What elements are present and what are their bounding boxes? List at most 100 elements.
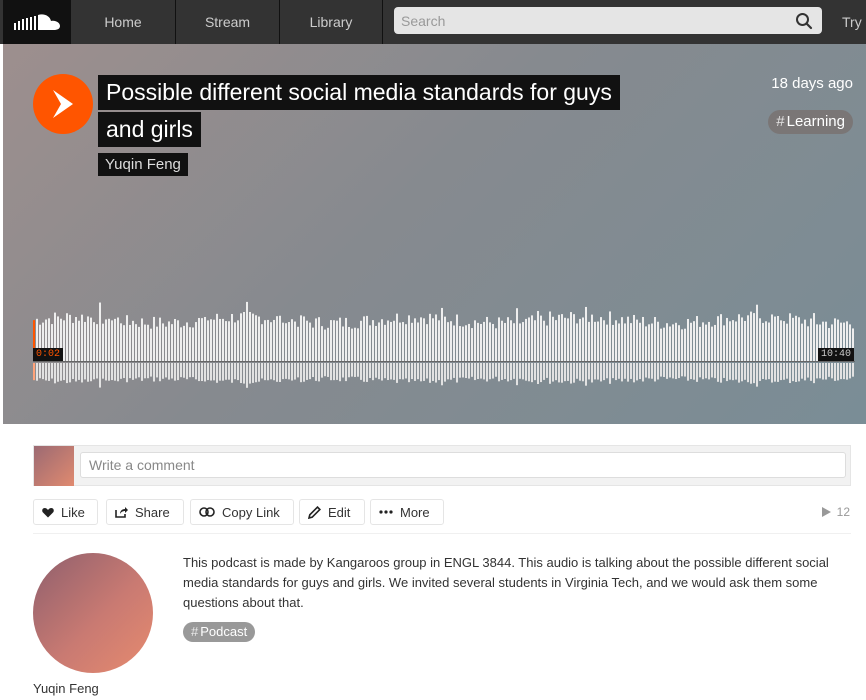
waveform-bar: [711, 326, 713, 361]
waveform-bar-reflection: [177, 363, 179, 381]
waveform-bar-reflection: [213, 363, 215, 381]
edit-button[interactable]: Edit: [299, 499, 365, 525]
waveform-bar: [348, 326, 350, 361]
more-button[interactable]: More: [370, 499, 444, 525]
share-button[interactable]: Share: [106, 499, 184, 525]
waveform-bar: [93, 322, 95, 361]
waveform-bar-reflection: [219, 363, 221, 381]
waveform-bar: [372, 320, 374, 361]
link-icon: [199, 507, 215, 517]
waveform-bar: [579, 318, 581, 361]
genre-tag[interactable]: # Learning: [768, 110, 853, 134]
waveform-bar: [567, 318, 569, 361]
waveform-bar: [243, 311, 245, 361]
waveform-bar: [273, 319, 275, 361]
nav-home[interactable]: Home: [71, 0, 176, 44]
user-avatar[interactable]: [33, 553, 153, 673]
nav-try[interactable]: Try: [842, 0, 862, 44]
waveform-bar-reflection: [660, 363, 662, 377]
waveform-bar-reflection: [648, 363, 650, 379]
waveform-bar: [78, 320, 80, 361]
waveform-bar: [726, 317, 728, 361]
waveform-bar: [672, 324, 674, 361]
waveform-bar-reflection: [372, 363, 374, 381]
waveform-bar: [723, 325, 725, 361]
waveform-bar: [204, 316, 206, 361]
waveform-bar-reflection: [366, 363, 368, 382]
description-tag[interactable]: # Podcast: [183, 622, 256, 642]
waveform-bar-reflection: [417, 363, 419, 380]
search-icon[interactable]: [795, 12, 813, 30]
waveform-bar-reflection: [714, 363, 716, 379]
waveform-bar: [303, 316, 305, 361]
waveform-bar-reflection: [825, 363, 827, 380]
waveform-bar-reflection: [162, 363, 164, 379]
user-name[interactable]: Yuqin Feng: [33, 681, 99, 696]
waveform-bar-reflection: [351, 363, 353, 377]
current-time: 0:02: [33, 348, 64, 361]
track-duration: 10:40: [817, 348, 854, 361]
waveform-bar: [426, 324, 428, 361]
play-count-icon: [821, 507, 831, 517]
like-button[interactable]: Like: [33, 499, 98, 525]
nav-library[interactable]: Library: [280, 0, 383, 44]
waveform-bar: [345, 317, 347, 361]
waveform-bar-reflection: [75, 363, 77, 382]
waveform-bar: [444, 316, 446, 361]
waveform-bar-reflection: [399, 363, 401, 380]
waveform-bar-reflection: [666, 363, 668, 379]
waveform-bar-reflection: [423, 363, 425, 381]
soundcloud-logo-icon[interactable]: [3, 0, 71, 44]
play-button[interactable]: [33, 74, 93, 134]
waveform-bar-reflection: [840, 363, 842, 380]
waveform[interactable]: 0:02 10:40: [33, 289, 855, 399]
waveform-bar-reflection: [756, 363, 758, 387]
comment-input[interactable]: [80, 452, 846, 478]
search-input[interactable]: [394, 7, 822, 34]
waveform-bar: [738, 314, 740, 361]
waveform-bar: [300, 315, 302, 361]
waveform-bar: [171, 324, 173, 361]
waveform-bar: [495, 328, 497, 361]
waveform-bar: [699, 326, 701, 361]
waveform-bar: [240, 313, 242, 361]
waveform-bar: [600, 317, 602, 361]
waveform-bar-reflection: [102, 363, 104, 379]
description-tag-label: Podcast: [200, 624, 248, 639]
waveform-bar: [387, 320, 389, 361]
waveform-bar-reflection: [852, 363, 854, 377]
waveform-bar-reflection: [555, 363, 557, 381]
waveform-bar: [255, 315, 257, 361]
waveform-bar-reflection: [687, 363, 689, 381]
waveform-bar: [528, 317, 530, 361]
waveform-bar: [696, 316, 698, 361]
copy-link-button[interactable]: Copy Link: [190, 499, 294, 525]
waveform-bar-reflection: [588, 363, 590, 380]
waveform-bar: [231, 313, 233, 361]
track-artist[interactable]: Yuqin Feng: [98, 153, 188, 176]
waveform-bar-reflection: [216, 363, 218, 383]
waveform-bar-reflection: [513, 363, 515, 379]
waveform-bar: [249, 311, 251, 361]
waveform-bar-reflection: [624, 363, 626, 379]
nav-stream[interactable]: Stream: [176, 0, 280, 44]
waveform-bar-reflection: [747, 363, 749, 383]
waveform-bar: [450, 321, 452, 361]
waveform-bar: [390, 321, 392, 361]
waveform-bar: [468, 323, 470, 361]
waveform-bar-reflection: [393, 363, 395, 380]
waveform-bar: [591, 314, 593, 361]
waveform-bar: [744, 320, 746, 361]
waveform-bar-reflection: [834, 363, 836, 381]
divider: [33, 533, 851, 534]
waveform-bar-reflection: [78, 363, 80, 380]
waveform-bar-reflection: [186, 363, 188, 380]
waveform-bar-reflection: [813, 363, 815, 384]
waveform-bar-reflection: [579, 363, 581, 381]
waveform-bar-reflection: [345, 363, 347, 382]
waveform-bar: [489, 322, 491, 361]
waveform-bar-reflection: [489, 363, 491, 380]
waveform-bar: [114, 318, 116, 361]
waveform-bar-reflection: [330, 363, 332, 381]
waveform-bar: [435, 314, 437, 361]
